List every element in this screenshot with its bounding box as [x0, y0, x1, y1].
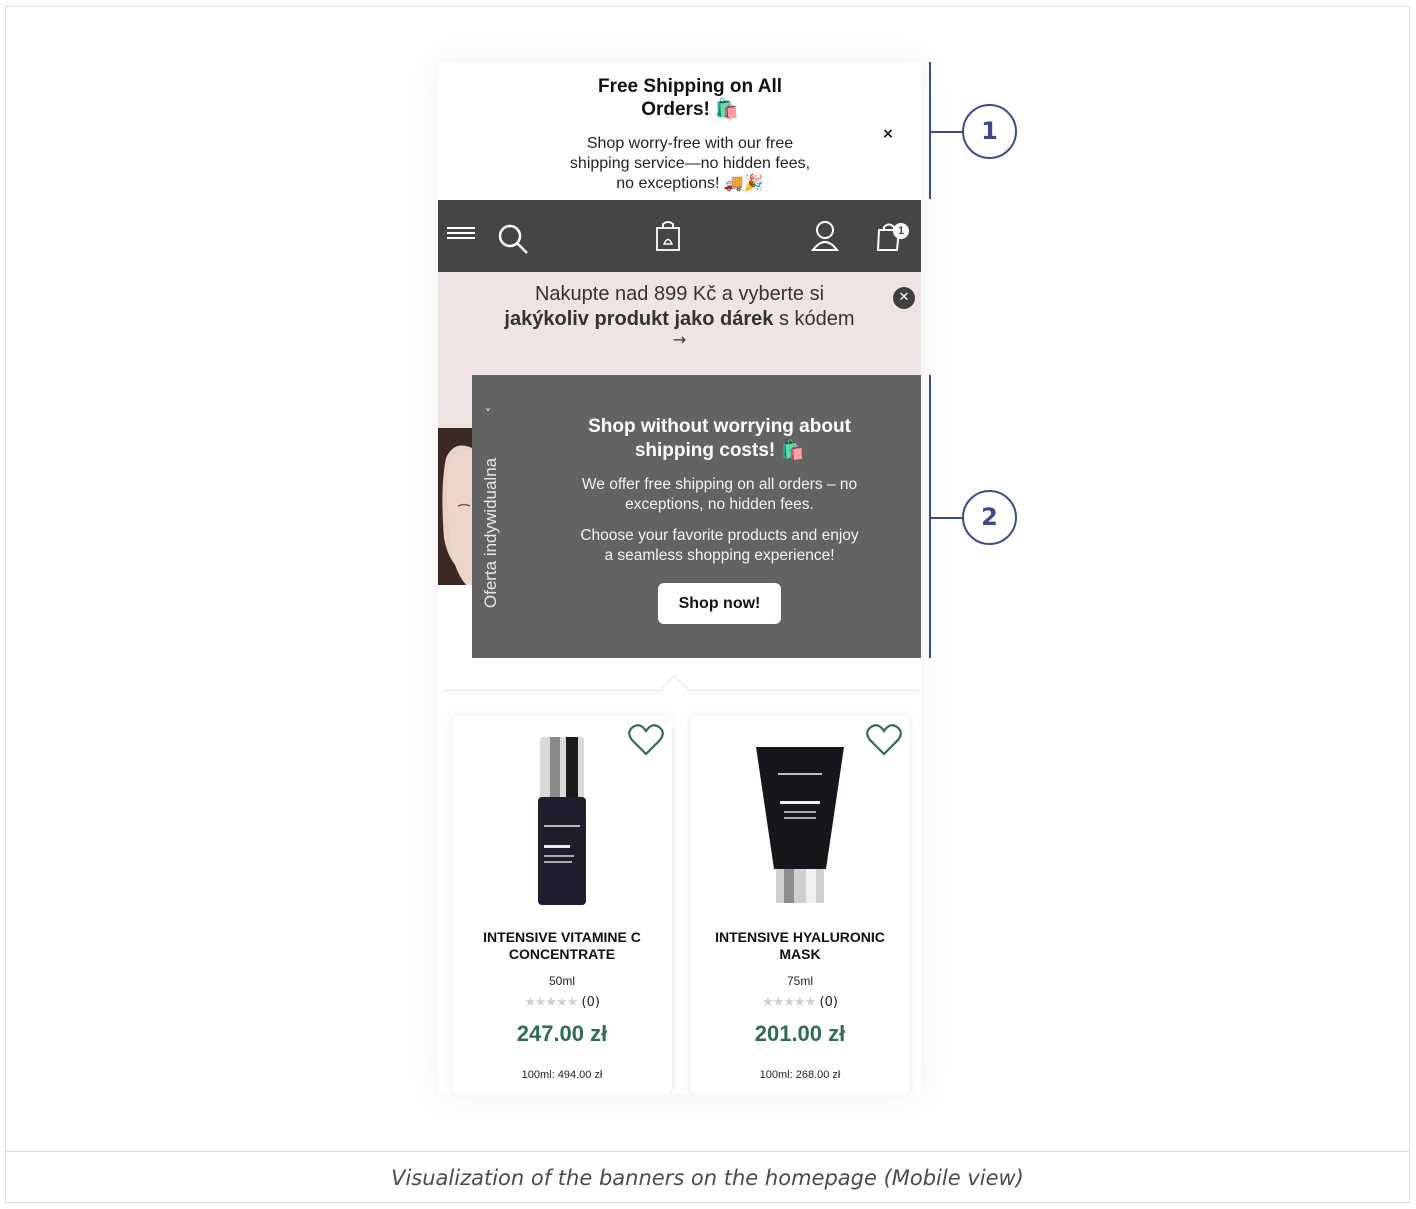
shop-now-button[interactable]: Shop now! — [658, 583, 781, 624]
top-banner-text-line3: no exceptions! 🚚🎉 — [616, 175, 764, 192]
free-shipping-top-banner: Free Shipping on All Orders! 🛍️ Shop wor… — [438, 62, 921, 200]
shopping-bag-logo-icon[interactable] — [655, 220, 681, 252]
popup-paragraph-2-line1: Choose your favorite products and enjoy — [580, 527, 859, 544]
rating-stars-icon: ★★★★★ — [524, 995, 578, 1010]
product-unit-price: 100ml: 494.00 zł — [521, 1069, 603, 1081]
top-banner-text: Shop worry-free with our free shipping s… — [546, 134, 834, 194]
popup-paragraph-1-line1: We offer free shipping on all orders – n… — [581, 476, 858, 493]
product-name-line1: INTENSIVE VITAMINE C — [483, 929, 641, 945]
side-tab-chevron-icon: ˅ — [485, 407, 491, 421]
free-shipping-popup: ˅ Oferta indywidualna Shop without worry… — [472, 375, 921, 658]
product-card[interactable]: INTENSIVE HYALURONIC MASK 75ml ★★★★★ (0)… — [690, 715, 910, 1094]
top-banner-title-line2: Orders! 🛍️ — [641, 99, 739, 120]
product-price: 247.00 zł — [516, 1021, 608, 1046]
promo-text-suffix: s kódem — [773, 308, 855, 330]
top-banner-close-button[interactable]: × — [878, 124, 898, 144]
popup-paragraph-2: Choose your favorite products and enjoy … — [548, 526, 891, 566]
product-name-line2: CONCENTRATE — [508, 946, 616, 962]
hero-image — [438, 428, 472, 585]
popup-paragraph-2-line2: a seamless shopping experience! — [604, 547, 835, 564]
promo-text-bold: jakýkoliv produkt jako dárek — [504, 308, 774, 330]
hero-portrait-image — [438, 428, 472, 585]
promo-arrow-icon[interactable]: → — [658, 330, 701, 349]
top-banner-title-line1: Free Shipping on All — [597, 76, 783, 97]
product-size: 75ml — [786, 974, 813, 988]
wishlist-heart-icon[interactable] — [628, 723, 664, 757]
review-count: (0) — [819, 995, 838, 1010]
product-size: 50ml — [548, 974, 575, 988]
figure-caption: Visualization of the banners on the home… — [391, 1165, 1024, 1190]
popup-paragraph-1: We offer free shipping on all orders – n… — [548, 475, 891, 515]
wishlist-heart-icon[interactable] — [866, 723, 902, 757]
user-icon[interactable] — [811, 220, 839, 252]
top-banner-text-line2: shipping service—no hidden fees, — [569, 155, 811, 172]
product-price: 201.00 zł — [754, 1021, 846, 1046]
product-name-line1: INTENSIVE HYALURONIC — [715, 929, 885, 945]
callout-1-marker: 1 — [962, 104, 1017, 159]
product-card[interactable]: INTENSIVE VITAMINE C CONCENTRATE 50ml ★★… — [452, 715, 672, 1094]
side-offer-tab[interactable]: ˅ Oferta indywidualna — [472, 375, 510, 658]
product-image-serum-bottle — [538, 737, 586, 905]
callout-1-connector — [931, 131, 962, 133]
product-rating: ★★★★★ (0) — [452, 995, 672, 1010]
divider-notch — [661, 675, 688, 702]
mobile-screen: Free Shipping on All Orders! 🛍️ Shop wor… — [438, 62, 921, 1094]
side-tab-label: Oferta indywidualna — [481, 457, 500, 609]
top-banner-text-line1: Shop worry-free with our free — [586, 135, 794, 152]
cart-count-badge: 1 — [893, 223, 909, 239]
popup-title-line1: Shop without worrying about — [588, 416, 851, 437]
product-name[interactable]: INTENSIVE HYALURONIC MASK — [696, 929, 904, 963]
menu-icon[interactable] — [446, 224, 476, 244]
callout-2-connector — [931, 517, 962, 519]
promo-strip[interactable]: Nakupte nad 899 Kč a vyberte si jakýkoli… — [438, 272, 921, 376]
product-image-mask-tube — [756, 747, 844, 903]
popup-title-line2: shipping costs! 🛍️ — [634, 440, 805, 461]
product-name[interactable]: INTENSIVE VITAMINE C CONCENTRATE — [458, 929, 666, 963]
promo-text-line1: Nakupte nad 899 Kč a vyberte si — [534, 283, 825, 305]
rating-stars-icon: ★★★★★ — [762, 995, 816, 1010]
search-icon[interactable] — [496, 222, 530, 256]
promo-text: Nakupte nad 899 Kč a vyberte si jakýkoli… — [458, 282, 901, 332]
header-navbar: 1 — [438, 200, 921, 272]
product-unit-price: 100ml: 268.00 zł — [759, 1069, 841, 1081]
product-name-line2: MASK — [779, 946, 821, 962]
top-banner-title: Free Shipping on All Orders! 🛍️ — [558, 75, 822, 121]
review-count: (0) — [581, 995, 600, 1010]
caption-bar: Visualization of the banners on the home… — [5, 1151, 1410, 1203]
hero-background — [438, 376, 472, 428]
product-rating: ★★★★★ (0) — [690, 995, 910, 1010]
callout-2-marker: 2 — [962, 490, 1017, 545]
promo-close-button[interactable]: ✕ — [893, 287, 915, 309]
popup-title: Shop without worrying about shipping cos… — [542, 415, 897, 463]
popup-paragraph-1-line2: exceptions, no hidden fees. — [625, 496, 814, 513]
promo-text-line2: jakýkoliv produkt jako dárek s kódem — [458, 307, 901, 332]
